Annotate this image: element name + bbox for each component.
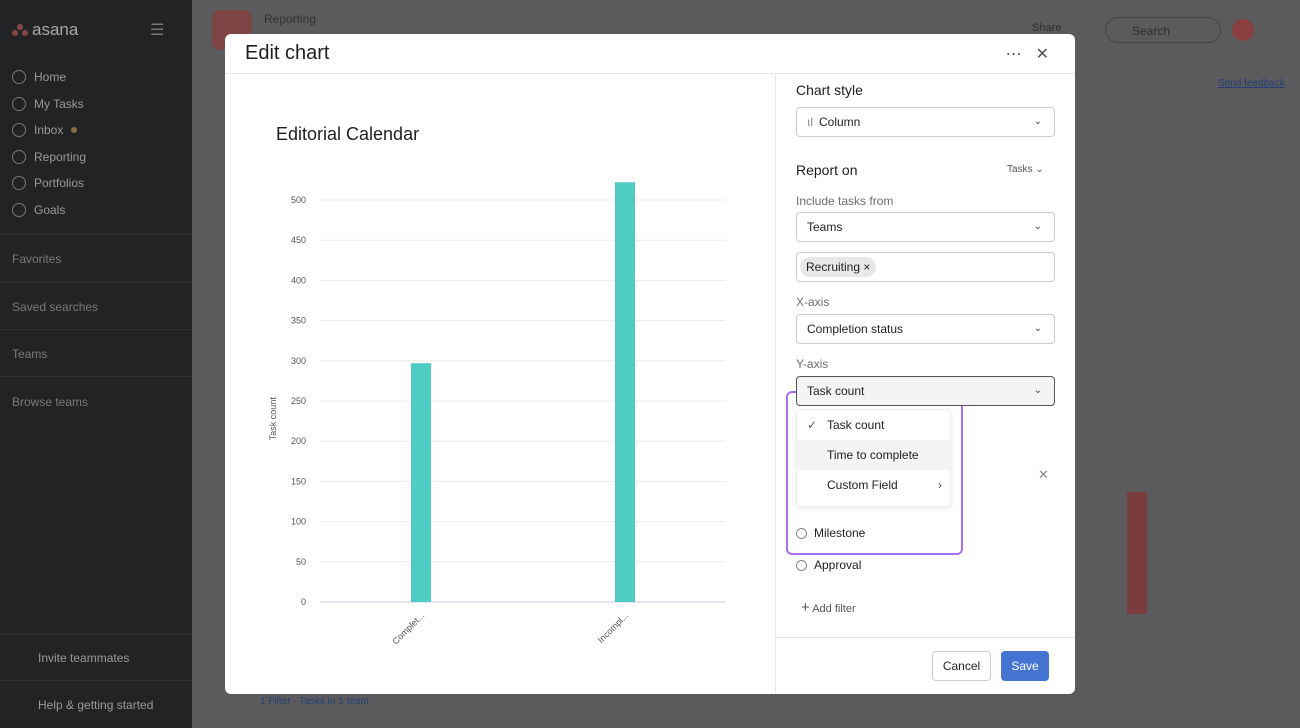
sidebar-item-inbox[interactable]: Inbox — [12, 117, 86, 144]
chevron-down-icon: ⌄ — [1033, 385, 1042, 396]
add-filter-button[interactable]: + Add filter — [801, 599, 856, 616]
sidebar: asana ☰ Home My Tasks Inbox Reporting Po… — [0, 0, 192, 728]
save-button[interactable]: Save — [1001, 651, 1049, 681]
chart-line-icon — [12, 149, 26, 164]
radio-icon — [796, 527, 807, 539]
sidebar-item-home[interactable]: Home — [12, 64, 86, 91]
sidebar-item-reporting[interactable]: Reporting — [12, 144, 86, 171]
help-button[interactable]: Help & getting started — [38, 698, 153, 712]
check-icon: ✓ — [807, 418, 818, 432]
menu-item-custom-field[interactable]: Custom Field › — [797, 470, 950, 500]
y-tick-label: 0 — [301, 597, 306, 607]
y-tick-label: 450 — [291, 235, 306, 245]
sidebar-item-portfolios[interactable]: Portfolios — [12, 170, 86, 197]
remove-tag-icon[interactable]: × — [863, 260, 870, 274]
y-axis-dropdown: ✓ Task count Time to complete Custom Fiel… — [796, 409, 951, 507]
search-input[interactable]: Search — [1105, 17, 1221, 43]
y-tick-label: 150 — [291, 476, 306, 486]
y-axis-label: Y-axis — [796, 357, 829, 371]
chevron-down-icon: ⌄ — [1033, 323, 1042, 334]
chart-style-label: Chart style — [796, 82, 863, 98]
close-icon[interactable]: ✕ — [1036, 44, 1049, 64]
menu-item-task-count[interactable]: ✓ Task count — [797, 410, 950, 440]
more-options-icon[interactable]: ⋯ — [1006, 44, 1022, 64]
x-tick-label: Incompl... — [596, 610, 631, 645]
sidebar-item-goals[interactable]: Goals — [12, 197, 86, 224]
edit-chart-modal: Edit chart ⋯ ✕ Editorial Calendar 0 50 100 15… — [225, 34, 1075, 694]
bar-1 — [615, 182, 635, 602]
section-teams[interactable]: Teams — [12, 347, 47, 361]
plus-icon: + — [801, 599, 810, 616]
background-bar — [1127, 492, 1147, 614]
section-saved-searches[interactable]: Saved searches — [12, 300, 98, 314]
y-tick-label: 250 — [291, 396, 306, 406]
y-tick-label: 100 — [291, 517, 306, 527]
chevron-down-icon: ⌄ — [1033, 116, 1042, 127]
cancel-button[interactable]: Cancel — [932, 651, 991, 681]
goals-icon — [12, 202, 26, 217]
y-tick-label: 50 — [296, 557, 306, 567]
chevron-right-icon: › — [938, 478, 942, 492]
send-feedback-link[interactable]: Send feedback — [1218, 78, 1285, 89]
teams-tag-input[interactable]: Recruiting × — [796, 252, 1055, 282]
section-browse-teams[interactable]: Browse teams — [12, 395, 88, 409]
chart-preview: Editorial Calendar 0 50 100 150 200 250 300 350 4… — [225, 74, 775, 694]
share-button[interactable]: Share — [1032, 22, 1061, 34]
y-tick-label: 200 — [291, 436, 306, 446]
bar-chart: Editorial Calendar 0 50 100 150 200 250 300 350 4… — [268, 124, 726, 646]
chart-settings-panel: Chart style ıl Column ⌄ Report on Tasks ⌄ … — [775, 74, 1075, 694]
include-tasks-select[interactable]: Teams ⌄ — [796, 212, 1055, 242]
modal-title: Edit chart — [245, 42, 330, 64]
x-axis-select[interactable]: Completion status ⌄ — [796, 314, 1055, 344]
radio-icon — [796, 559, 807, 571]
y-tick-label: 300 — [291, 356, 306, 366]
approval-radio[interactable]: Approval — [796, 558, 861, 572]
bell-icon — [12, 123, 26, 138]
x-tick-label: Complet... — [390, 610, 426, 646]
column-chart-icon: ıl — [807, 115, 813, 129]
milestone-radio[interactable]: Milestone — [796, 526, 865, 540]
asana-logo[interactable]: asana — [12, 20, 78, 40]
y-tick-label: 350 — [291, 316, 306, 326]
section-favorites[interactable]: Favorites — [12, 252, 61, 266]
report-on-select[interactable]: Tasks ⌄ — [1007, 164, 1044, 175]
y-axis-select[interactable]: Task count ⌄ — [796, 376, 1055, 406]
menu-item-time-to-complete[interactable]: Time to complete — [797, 440, 950, 470]
remove-filter-icon[interactable]: ✕ — [1038, 467, 1049, 483]
bar-0 — [411, 363, 431, 602]
sidebar-item-my-tasks[interactable]: My Tasks — [12, 91, 86, 118]
chevron-down-icon: ⌄ — [1033, 221, 1042, 232]
report-on-label: Report on — [796, 162, 858, 178]
chart-style-select[interactable]: ıl Column ⌄ — [796, 107, 1055, 137]
y-tick-label: 500 — [291, 195, 306, 205]
tag-recruiting: Recruiting × — [800, 257, 877, 277]
home-icon — [12, 70, 26, 85]
x-axis-label: X-axis — [796, 295, 830, 309]
include-tasks-label: Include tasks from — [796, 194, 894, 208]
notification-dot — [71, 127, 78, 134]
invite-teammates-button[interactable]: Invite teammates — [38, 651, 129, 665]
portfolio-icon — [12, 176, 26, 191]
chart-title: Editorial Calendar — [276, 124, 419, 144]
collapse-sidebar-icon[interactable]: ☰ — [150, 20, 164, 40]
filter-summary[interactable]: 1 Filter · Tasks in 1 team — [260, 696, 369, 707]
y-axis-title: Task count — [268, 397, 278, 441]
check-circle-icon — [12, 96, 26, 111]
add-button[interactable] — [1232, 19, 1254, 41]
y-tick-label: 400 — [291, 275, 306, 285]
breadcrumb[interactable]: Reporting — [264, 12, 316, 26]
